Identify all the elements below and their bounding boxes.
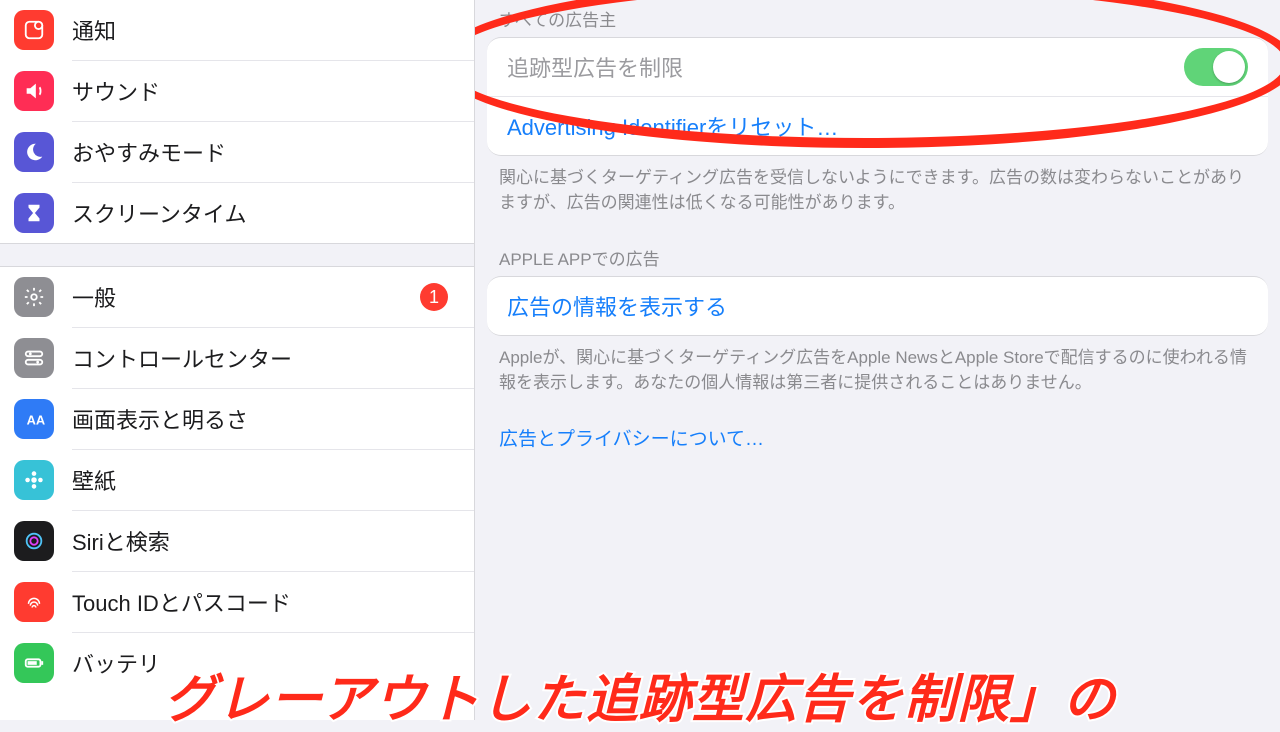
sidebar-item-general[interactable]: 一般 1 — [0, 267, 474, 327]
settings-sidebar: 通知 サウンド おやすみモード スクリーンタイム — [0, 0, 475, 720]
notification-badge: 1 — [420, 283, 448, 311]
moon-icon — [14, 132, 54, 172]
toggle-limit-ad-tracking[interactable] — [1184, 48, 1248, 86]
section-footer: Appleが、関心に基づくターゲティング広告をApple NewsとApple … — [475, 336, 1280, 413]
sidebar-item-label: コントロールセンター — [72, 342, 474, 374]
detail-pane: すべての広告主 追跡型広告を制限 Advertising Identifierを… — [475, 0, 1280, 720]
sidebar-item-label: 壁紙 — [72, 464, 474, 496]
flower-icon — [14, 460, 54, 500]
section-header-all-advertisers: すべての広告主 — [475, 2, 1280, 37]
switches-icon — [14, 338, 54, 378]
display-icon: AA — [14, 399, 54, 439]
sidebar-item-label: 画面表示と明るさ — [72, 403, 474, 435]
row-show-ad-info[interactable]: 広告の情報を表示する — [487, 277, 1268, 335]
sidebar-item-screentime[interactable]: スクリーンタイム — [0, 183, 474, 243]
fingerprint-icon — [14, 582, 54, 622]
link-ads-privacy[interactable]: 広告とプライバシーについて… — [475, 414, 1280, 461]
gear-icon — [14, 277, 54, 317]
sidebar-item-label: サウンド — [72, 75, 474, 107]
sidebar-item-label: 一般 — [72, 281, 420, 313]
sidebar-item-dnd[interactable]: おやすみモード — [0, 122, 474, 182]
sidebar-item-label: おやすみモード — [72, 136, 474, 168]
sidebar-item-display[interactable]: AA 画面表示と明るさ — [0, 389, 474, 449]
sidebar-item-touchid[interactable]: Touch IDとパスコード — [0, 572, 474, 632]
row-label: Advertising Identifierをリセット… — [507, 110, 1248, 142]
row-limit-ad-tracking[interactable]: 追跡型広告を制限 — [487, 38, 1268, 96]
row-label: 広告の情報を表示する — [507, 290, 1248, 322]
notification-icon — [14, 10, 54, 50]
sidebar-item-label: Touch IDとパスコード — [72, 586, 474, 618]
sidebar-item-sounds[interactable]: サウンド — [0, 61, 474, 121]
annotation-caption: グレーアウトした追跡型広告を制限」の — [0, 657, 1280, 732]
section-footer: 関心に基づくターゲティング広告を受信しないようにできます。広告の数は変わらないこ… — [475, 156, 1280, 233]
sidebar-item-control-center[interactable]: コントロールセンター — [0, 328, 474, 388]
row-reset-ad-identifier[interactable]: Advertising Identifierをリセット… — [487, 96, 1268, 155]
sidebar-item-notifications[interactable]: 通知 — [0, 0, 474, 60]
sidebar-item-siri[interactable]: Siriと検索 — [0, 511, 474, 571]
section-header-apple-ads: APPLE APPでの広告 — [475, 241, 1280, 276]
sidebar-item-label: 通知 — [72, 14, 474, 46]
sound-icon — [14, 71, 54, 111]
sidebar-item-wallpaper[interactable]: 壁紙 — [0, 450, 474, 510]
siri-icon — [14, 521, 54, 561]
row-label: 追跡型広告を制限 — [507, 51, 1184, 83]
hourglass-icon — [14, 193, 54, 233]
sidebar-item-label: スクリーンタイム — [72, 197, 474, 229]
sidebar-item-label: Siriと検索 — [72, 525, 474, 557]
svg-text:AA: AA — [27, 413, 45, 428]
